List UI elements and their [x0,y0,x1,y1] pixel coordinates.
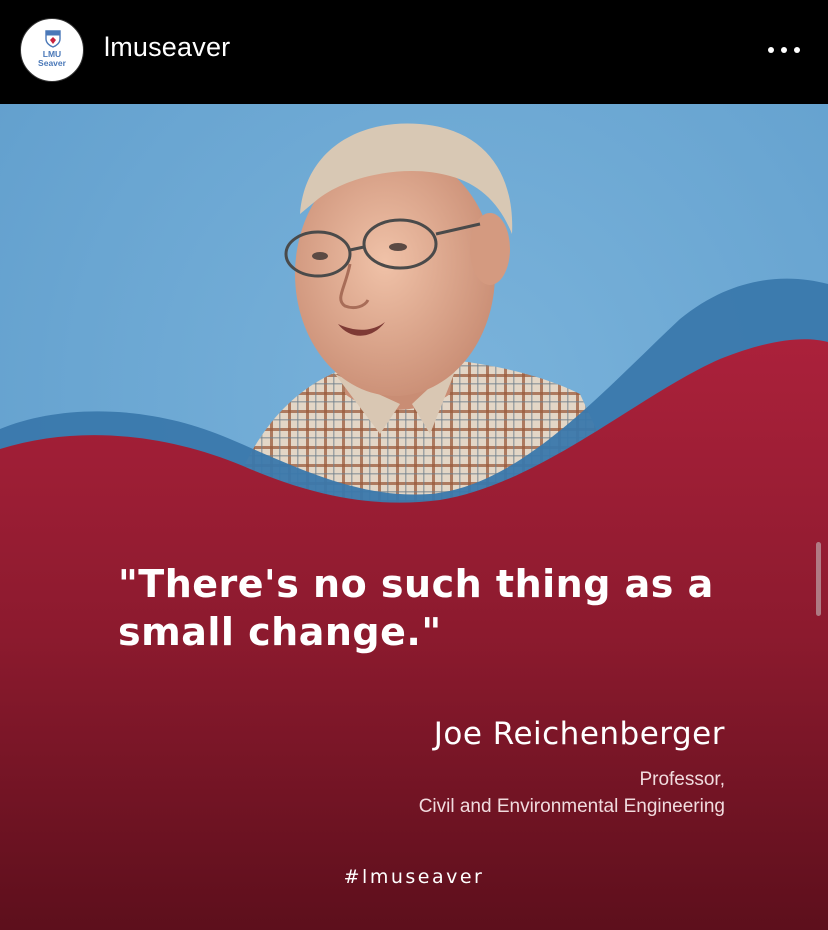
post-header: LMU Seaver lmuseaver [0,0,828,104]
instagram-post-view: LMU Seaver lmuseaver "There's no such th… [0,0,828,930]
avatar-text-seaver: Seaver [38,58,66,68]
quote-text: "There's no such thing as a small change… [118,562,714,654]
person-name: Joe Reichenberger [433,716,725,752]
person-title-line-1: Professor, [639,769,725,790]
avatar[interactable]: LMU Seaver [20,18,84,82]
username-link[interactable]: lmuseaver [104,32,230,63]
post-image[interactable]: "There's no such thing as a small change… [0,104,828,930]
hashtag[interactable]: #lmuseaver [0,866,828,888]
lmu-shield-icon [45,30,61,48]
scrollbar-thumb[interactable] [816,542,821,616]
more-options-icon[interactable] [760,36,808,64]
person-title: Professor, Civil and Environmental Engin… [419,766,725,820]
person-title-line-2: Civil and Environmental Engineering [418,796,725,817]
